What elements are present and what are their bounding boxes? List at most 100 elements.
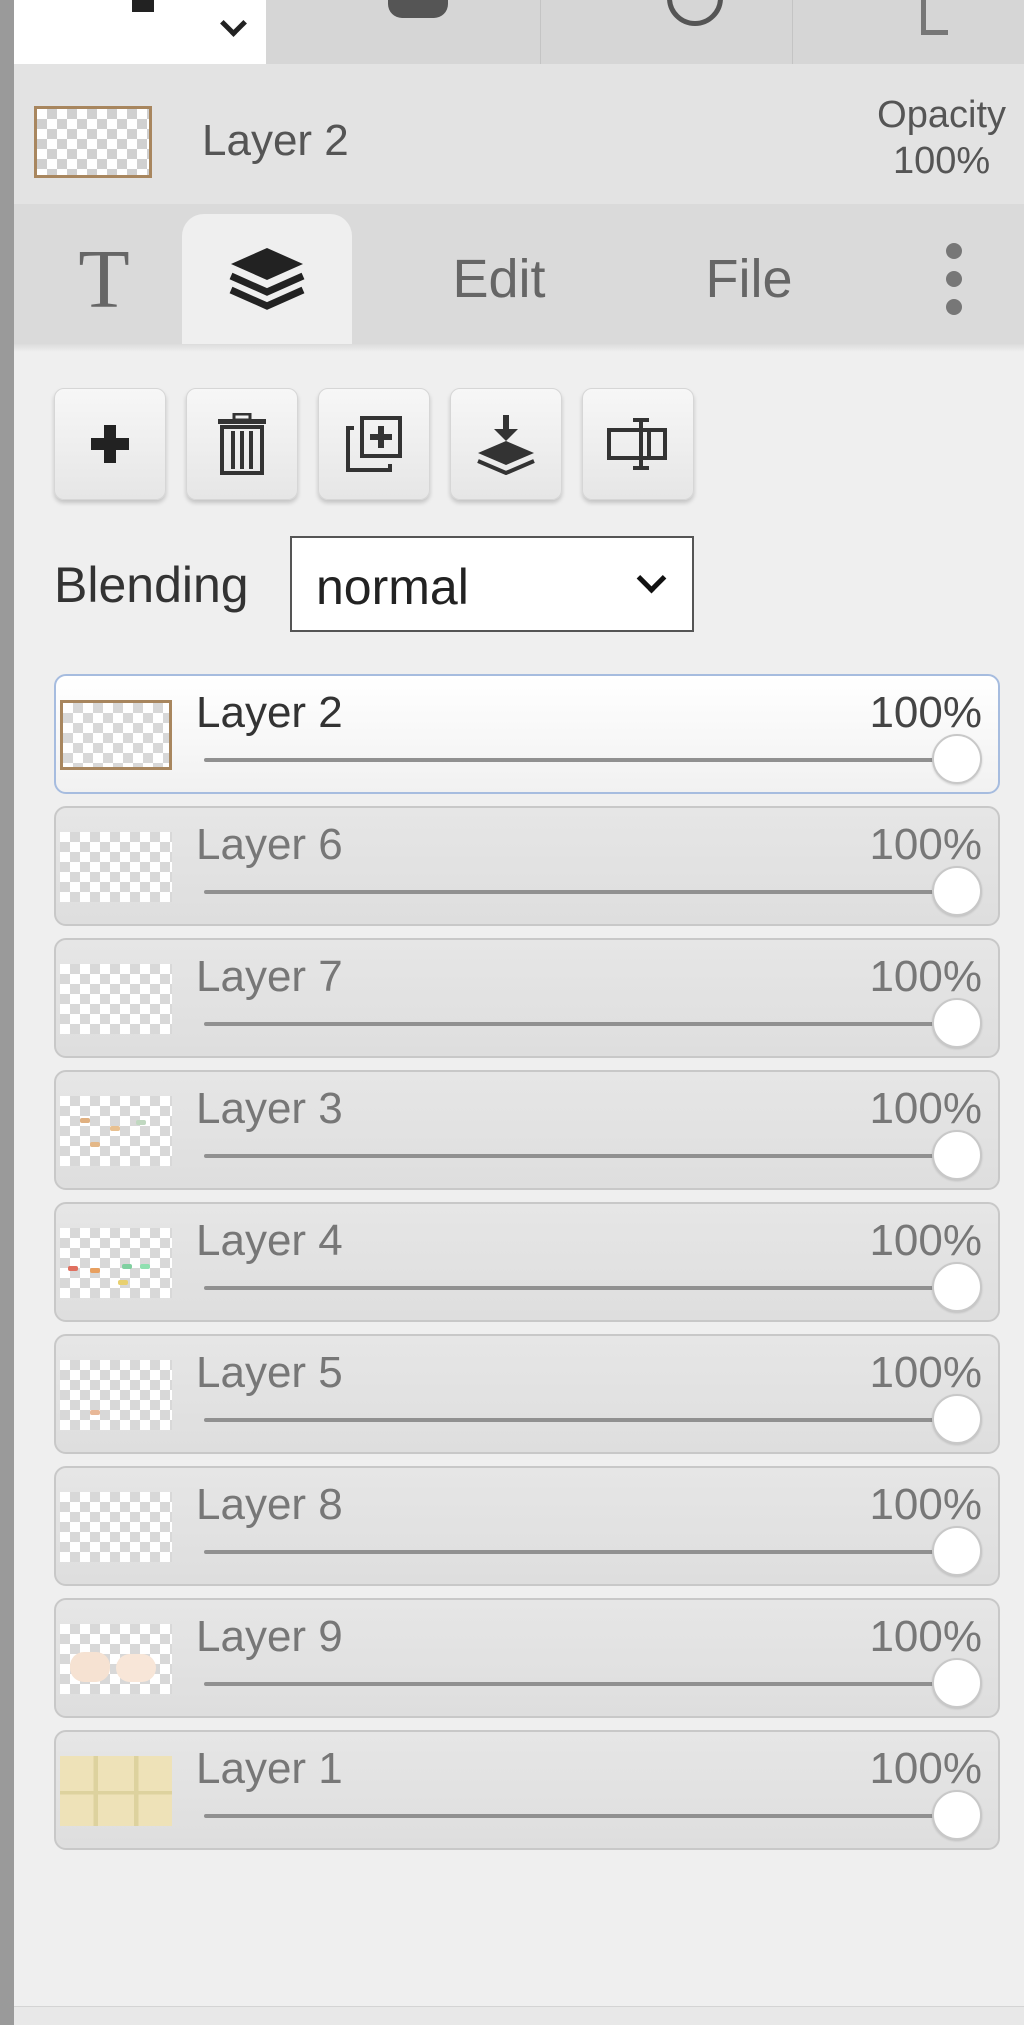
duplicate-layer-button[interactable] bbox=[318, 388, 430, 500]
layer-opacity: 100% bbox=[869, 952, 982, 1001]
crop-icon bbox=[921, 0, 948, 35]
text-tool-icon bbox=[132, 0, 154, 12]
opacity-slider-track[interactable] bbox=[204, 1286, 958, 1290]
layer-name: Layer 7 bbox=[196, 952, 343, 1001]
layer-row[interactable]: Layer 8 100% bbox=[54, 1466, 1000, 1586]
layer-thumbnail bbox=[60, 1624, 172, 1694]
layer-opacity: 100% bbox=[869, 1216, 982, 1265]
thumbnail-speck bbox=[122, 1264, 132, 1269]
blending-select[interactable]: normal bbox=[290, 536, 694, 632]
current-layer-opacity: Opacity 100% bbox=[877, 92, 1006, 184]
layer-thumbnail bbox=[60, 1360, 172, 1430]
current-layer-thumbnail bbox=[34, 106, 152, 178]
blending-value: normal bbox=[316, 559, 469, 615]
layer-name: Layer 1 bbox=[196, 1744, 343, 1793]
opacity-slider-track[interactable] bbox=[204, 890, 958, 894]
rename-layer-icon bbox=[607, 418, 667, 470]
crop-tool-button[interactable] bbox=[792, 0, 1024, 64]
opacity-label: Opacity bbox=[877, 94, 1006, 136]
layer-thumbnail bbox=[60, 832, 172, 902]
content-shadow bbox=[14, 344, 1024, 352]
layer-thumbnail bbox=[60, 964, 172, 1034]
opacity-slider-knob[interactable] bbox=[932, 734, 982, 784]
window-left-edge bbox=[0, 0, 14, 2025]
opacity-value: 100% bbox=[892, 140, 991, 182]
merge-down-button[interactable] bbox=[450, 388, 562, 500]
thumbnail-speck bbox=[90, 1410, 100, 1415]
layers-panel: Layer 2 Opacity 100% T Edit File Blendin… bbox=[14, 0, 1024, 2025]
layer-thumbnail bbox=[60, 1492, 172, 1562]
tab-edit[interactable]: Edit bbox=[414, 214, 584, 344]
tab-layers[interactable] bbox=[182, 214, 352, 344]
layer-thumbnail bbox=[60, 1096, 172, 1166]
layer-name: Layer 9 bbox=[196, 1612, 343, 1661]
thumbnail-speck bbox=[140, 1264, 150, 1269]
opacity-slider-knob[interactable] bbox=[932, 1658, 982, 1708]
opacity-slider-track[interactable] bbox=[204, 1550, 958, 1554]
layer-row[interactable]: Layer 2 100% bbox=[54, 674, 1000, 794]
shape-icon bbox=[388, 0, 448, 18]
text-tool-icon: T bbox=[78, 232, 130, 326]
current-layer-header: Layer 2 Opacity 100% bbox=[14, 64, 1024, 204]
duplicate-layer-icon bbox=[346, 416, 402, 472]
opacity-slider-track[interactable] bbox=[204, 1682, 958, 1686]
layer-row[interactable]: Layer 5 100% bbox=[54, 1334, 1000, 1454]
layer-opacity: 100% bbox=[869, 688, 982, 737]
layer-row[interactable]: Layer 4 100% bbox=[54, 1202, 1000, 1322]
thumbnail-speck bbox=[116, 1654, 156, 1682]
shape-tool-button[interactable] bbox=[268, 0, 538, 64]
chevron-down-icon bbox=[636, 563, 667, 594]
opacity-slider-track[interactable] bbox=[204, 1814, 958, 1818]
zoom-out-tool-button[interactable] bbox=[540, 0, 791, 64]
opacity-slider-knob[interactable] bbox=[932, 1394, 982, 1444]
rename-layer-button[interactable] bbox=[582, 388, 694, 500]
opacity-slider-track[interactable] bbox=[204, 1022, 958, 1026]
opacity-slider-track[interactable] bbox=[204, 1418, 958, 1422]
layer-opacity: 100% bbox=[869, 1348, 982, 1397]
blending-label: Blending bbox=[54, 557, 249, 613]
layer-opacity: 100% bbox=[869, 1612, 982, 1661]
layer-opacity: 100% bbox=[869, 1084, 982, 1133]
layer-name: Layer 5 bbox=[196, 1348, 343, 1397]
tab-more[interactable] bbox=[914, 214, 994, 344]
opacity-slider-knob[interactable] bbox=[932, 1790, 982, 1840]
layer-thumbnail bbox=[60, 1756, 172, 1826]
layer-name: Layer 3 bbox=[196, 1084, 343, 1133]
thumbnail-speck bbox=[136, 1120, 146, 1125]
layer-row[interactable]: Layer 7 100% bbox=[54, 938, 1000, 1058]
panel-tabs: T Edit File bbox=[14, 204, 1024, 345]
thumbnail-speck bbox=[90, 1142, 100, 1147]
opacity-slider-knob[interactable] bbox=[932, 1262, 982, 1312]
layer-opacity: 100% bbox=[869, 820, 982, 869]
opacity-slider-track[interactable] bbox=[204, 1154, 958, 1158]
opacity-slider-track[interactable] bbox=[204, 758, 958, 762]
tab-file[interactable]: File bbox=[664, 214, 834, 344]
opacity-slider-knob[interactable] bbox=[932, 1526, 982, 1576]
layer-row[interactable]: Layer 9 100% bbox=[54, 1598, 1000, 1718]
layer-opacity: 100% bbox=[869, 1744, 982, 1793]
thumbnail-speck bbox=[68, 1266, 78, 1271]
layer-name: Layer 2 bbox=[196, 688, 343, 737]
layer-name: Layer 8 bbox=[196, 1480, 343, 1529]
add-layer-icon bbox=[91, 425, 129, 463]
opacity-slider-knob[interactable] bbox=[932, 866, 982, 916]
tab-text[interactable]: T bbox=[44, 214, 164, 344]
minus-circle-icon bbox=[667, 0, 723, 26]
opacity-slider-knob[interactable] bbox=[932, 1130, 982, 1180]
delete-layer-button[interactable] bbox=[186, 388, 298, 500]
layer-row[interactable]: Layer 3 100% bbox=[54, 1070, 1000, 1190]
layers-content: Blending normal Layer 2 100% Layer 6 100… bbox=[14, 344, 1024, 2025]
more-vertical-icon bbox=[946, 243, 962, 315]
thumbnail-speck bbox=[90, 1268, 100, 1273]
chevron-down-icon[interactable] bbox=[220, 10, 247, 37]
thumbnail-speck bbox=[70, 1652, 110, 1682]
layer-row[interactable]: Layer 6 100% bbox=[54, 806, 1000, 926]
layer-name: Layer 6 bbox=[196, 820, 343, 869]
text-tool-button[interactable] bbox=[14, 0, 266, 64]
top-toolbar bbox=[14, 0, 1024, 65]
layers-icon bbox=[229, 248, 305, 310]
thumbnail-speck bbox=[118, 1280, 128, 1285]
add-layer-button[interactable] bbox=[54, 388, 166, 500]
opacity-slider-knob[interactable] bbox=[932, 998, 982, 1048]
layer-row[interactable]: Layer 1 100% bbox=[54, 1730, 1000, 1850]
